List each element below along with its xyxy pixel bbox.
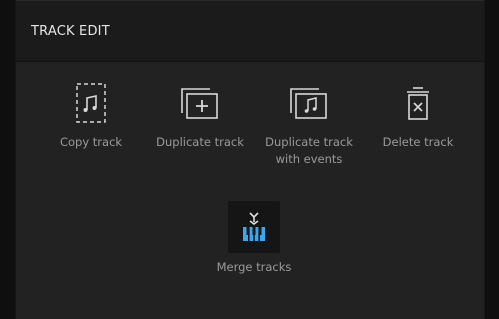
duplicate-track-button[interactable]: Duplicate track: [152, 80, 248, 151]
copy-track-button[interactable]: Copy track: [43, 80, 139, 151]
merge-tracks-button[interactable]: Merge tracks: [206, 201, 302, 276]
track-edit-options: Copy track Duplicate track Duplicate tra…: [16, 62, 484, 319]
duplicate-track-icon: [177, 80, 223, 126]
copy-track-label: Copy track: [59, 135, 123, 149]
duplicate-track-with-events-label: Duplicate track with events: [265, 135, 353, 166]
duplicate-track-label: Duplicate track: [156, 135, 244, 149]
merge-tracks-icon: [228, 201, 280, 253]
delete-track-button[interactable]: Delete track: [370, 80, 466, 151]
duplicate-with-events-icon: [286, 80, 332, 126]
copy-track-icon: [68, 80, 114, 126]
track-edit-dialog: TRACK EDIT Copy track Duplicate track Du…: [15, 0, 485, 319]
dialog-title: TRACK EDIT: [31, 23, 110, 39]
merge-tracks-label: Merge tracks: [216, 260, 292, 274]
dialog-header: TRACK EDIT: [16, 0, 484, 62]
trash-icon: [395, 80, 441, 126]
duplicate-track-with-events-button[interactable]: Duplicate track with events: [261, 80, 357, 168]
delete-track-label: Delete track: [382, 135, 454, 149]
